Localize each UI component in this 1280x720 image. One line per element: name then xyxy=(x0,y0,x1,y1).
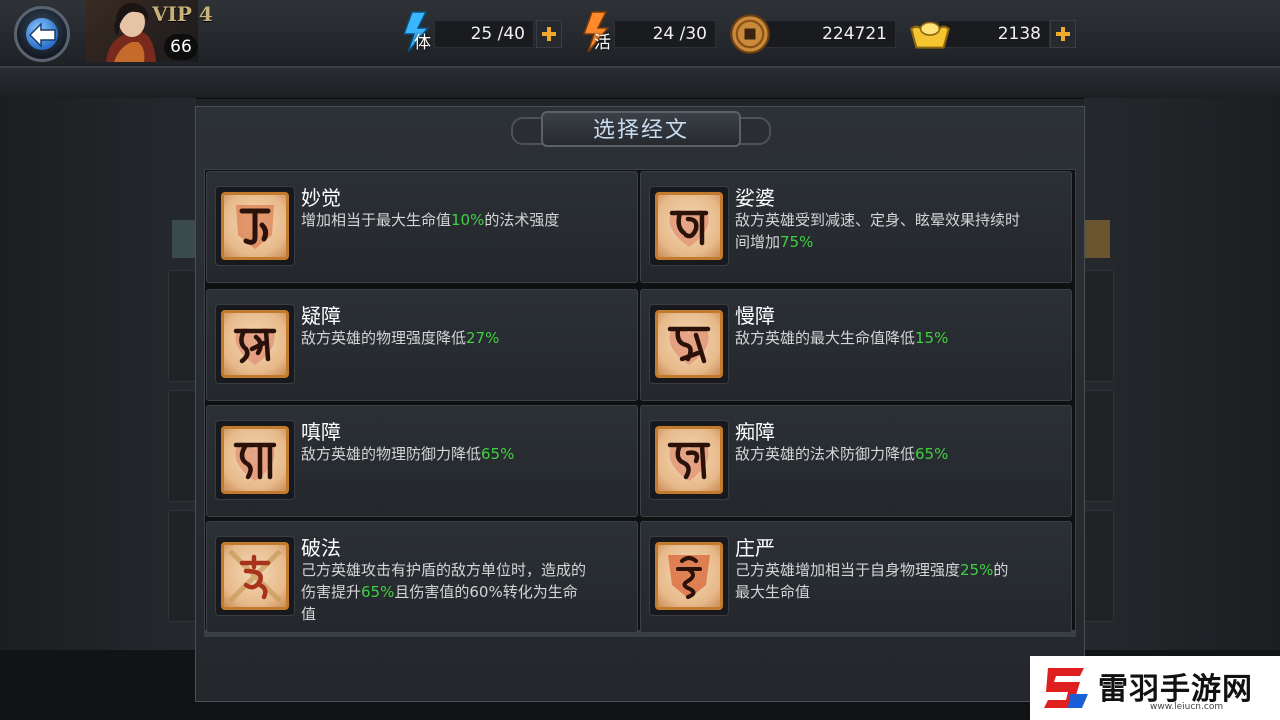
add-ingots-button[interactable] xyxy=(1050,20,1076,48)
sanskrit-rune-icon xyxy=(221,426,289,494)
scripture-description: 己方英雄增加相当于自身物理强度25%的最大生命值 xyxy=(735,561,1009,601)
scripture-icon-slot xyxy=(215,304,295,384)
scripture-icon-slot xyxy=(649,304,729,384)
scripture-name: 破法 xyxy=(301,536,341,560)
sanskrit-rune-icon xyxy=(655,542,723,610)
back-arrow-icon xyxy=(28,22,56,48)
scripture-description: 敌方英雄的物理强度降低27% xyxy=(301,329,500,347)
select-scripture-dialog: 选择经文 妙觉 增加相当于最大生命值10%的法术强度 娑婆 敌方英雄受到减速、定… xyxy=(195,106,1085,702)
vigor-char: 活 xyxy=(594,33,611,53)
scripture-icon-slot xyxy=(649,420,729,500)
scripture-card-chenzhang[interactable]: 嗔障 敌方英雄的物理防御力降低65% xyxy=(206,405,638,517)
scripture-description: 敌方英雄的最大生命值降低15% xyxy=(735,329,949,347)
scripture-card-manzhang[interactable]: 慢障 敌方英雄的最大生命值降低15% xyxy=(640,289,1072,401)
scripture-card-chizhang[interactable]: 痴障 敌方英雄的法术防御力降低65% xyxy=(640,405,1072,517)
site-watermark: 雷羽手游网 www.leiucn.com xyxy=(1030,656,1280,720)
gold-ingot-icon xyxy=(909,21,951,49)
background-header-strip xyxy=(0,66,1280,99)
watermark-url: www.leiucn.com xyxy=(1150,702,1224,712)
sanskrit-rune-icon xyxy=(221,542,289,610)
scripture-icon-slot xyxy=(215,536,295,616)
scripture-card-zhuangyan[interactable]: 庄严 己方英雄增加相当于自身物理强度25%的最大生命值 xyxy=(640,521,1072,633)
scripture-description: 己方英雄攻击有护盾的敌方单位时，造成的伤害提升65%且伤害值的60%转化为生命值 xyxy=(301,561,587,623)
scripture-icon-slot xyxy=(649,186,729,266)
stamina-char: 体 xyxy=(414,33,431,53)
background-tab-right xyxy=(1082,220,1110,258)
coins-value: 224721 xyxy=(760,20,896,48)
scripture-name: 慢障 xyxy=(735,304,775,328)
scripture-card-miaojue[interactable]: 妙觉 增加相当于最大生命值10%的法术强度 xyxy=(206,171,638,283)
sanskrit-rune-icon xyxy=(221,310,289,378)
dialog-title: 选择经文 xyxy=(592,118,689,143)
scripture-description: 增加相当于最大生命值10%的法术强度 xyxy=(301,211,560,229)
vigor-resource: 24 /30 活 xyxy=(578,11,718,53)
stamina-resource: 25 /40 体 xyxy=(398,11,564,53)
dialog-title-plate: 选择经文 xyxy=(511,103,771,155)
vip-label: VIP 4 xyxy=(152,2,213,26)
scripture-name: 妙觉 xyxy=(301,186,341,210)
top-hud: VIP 4 66 25 /40 体 24 /30 活 224721 2138 xyxy=(0,0,1280,68)
stamina-value: 25 /40 xyxy=(434,20,534,48)
scripture-name: 痴障 xyxy=(735,420,775,444)
add-stamina-button[interactable] xyxy=(536,20,562,48)
scripture-icon-slot xyxy=(215,420,295,500)
scripture-name: 庄严 xyxy=(735,536,775,560)
player-level-badge: 66 xyxy=(164,34,198,60)
scripture-name: 疑障 xyxy=(301,304,341,328)
scripture-icon-slot xyxy=(649,536,729,616)
ingots-resource: 2138 xyxy=(908,20,1078,49)
scripture-description: 敌方英雄受到减速、定身、眩晕效果持续时间增加75% xyxy=(735,211,1021,251)
scripture-card-yizhang[interactable]: 疑障 敌方英雄的物理强度降低27% xyxy=(206,289,638,401)
copper-coin-icon xyxy=(730,14,770,54)
sanskrit-rune-icon xyxy=(655,192,723,260)
scripture-card-pofa[interactable]: 破法 己方英雄攻击有护盾的敌方单位时，造成的伤害提升65%且伤害值的60%转化为… xyxy=(206,521,638,633)
watermark-logo-icon xyxy=(1044,668,1088,708)
back-button[interactable] xyxy=(14,6,70,62)
scripture-name: 嗔障 xyxy=(301,420,341,444)
ingots-value: 2138 xyxy=(938,20,1050,48)
vigor-value: 24 /30 xyxy=(614,20,716,48)
scripture-icon-slot xyxy=(215,186,295,266)
scripture-description: 敌方英雄的法术防御力降低65% xyxy=(735,445,949,463)
scripture-card-suopo[interactable]: 娑婆 敌方英雄受到减速、定身、眩晕效果持续时间增加75% xyxy=(640,171,1072,283)
sanskrit-rune-icon xyxy=(221,192,289,260)
scripture-name: 娑婆 xyxy=(735,186,775,210)
background-left-panel xyxy=(0,98,196,658)
scripture-description: 敌方英雄的物理防御力降低65% xyxy=(301,445,515,463)
sanskrit-rune-icon xyxy=(655,310,723,378)
sanskrit-rune-icon xyxy=(655,426,723,494)
coins-resource: 224721 xyxy=(730,14,898,54)
